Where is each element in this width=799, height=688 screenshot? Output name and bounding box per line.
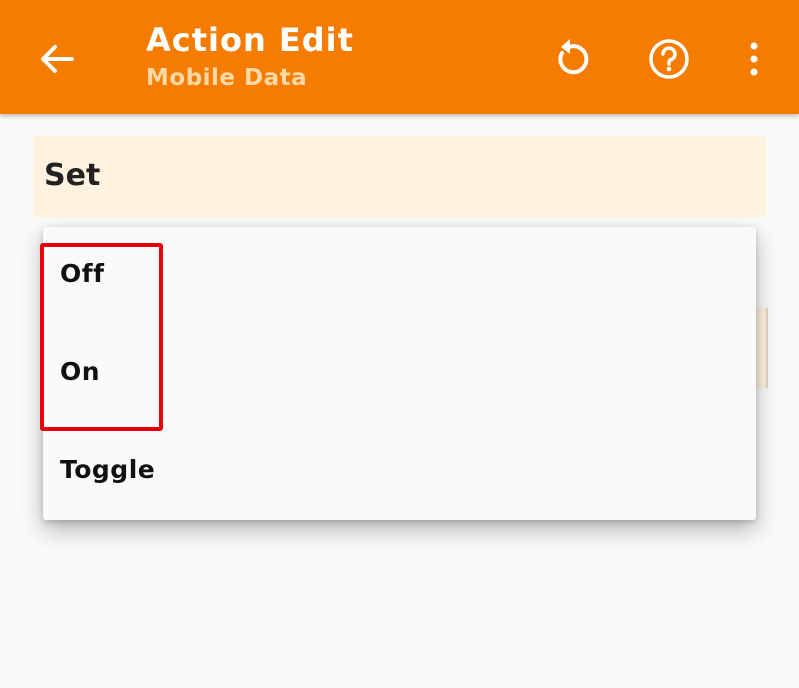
reset-button[interactable] (546, 34, 596, 84)
more-vert-icon (750, 42, 758, 76)
more-options-button[interactable] (729, 34, 779, 84)
set-field[interactable]: Set (33, 136, 766, 217)
app-bar: Action Edit Mobile Data (0, 0, 799, 114)
highlight-box (40, 243, 163, 431)
title-block: Action Edit Mobile Data (146, 20, 354, 93)
dropdown-option-label: Toggle (60, 455, 156, 484)
dropdown-option-toggle[interactable]: Toggle (43, 423, 756, 521)
reset-icon (558, 39, 589, 75)
help-icon (649, 39, 689, 79)
page-title: Action Edit (146, 21, 354, 59)
help-button[interactable] (644, 34, 694, 84)
back-arrow-icon (41, 45, 74, 73)
page-subtitle: Mobile Data (146, 65, 308, 91)
set-field-label: Set (44, 158, 101, 193)
back-button[interactable] (34, 36, 80, 82)
